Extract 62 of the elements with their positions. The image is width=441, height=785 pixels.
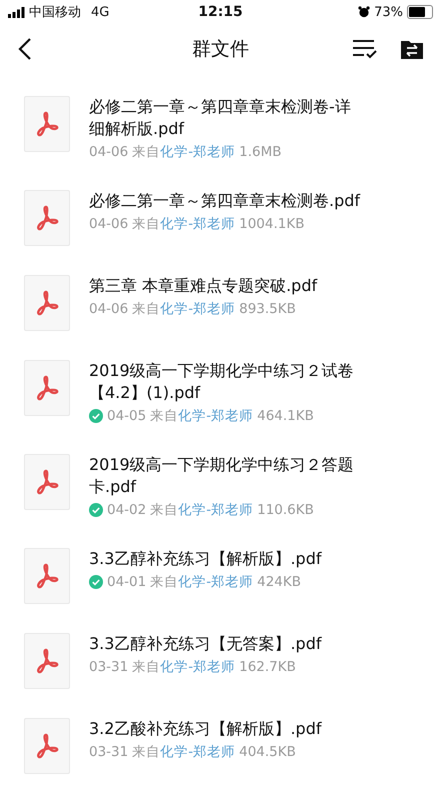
pdf-file-icon[interactable] [24,718,70,774]
file-size: 464.1KB [257,408,314,424]
battery-icon [407,5,433,19]
sender-name: 化学-郑老师 [160,743,236,761]
sender-name: 化学-郑老师 [160,215,236,233]
battery-percent: 73% [374,4,403,20]
clock-time: 12:15 [198,4,243,20]
file-name[interactable]: 2019级高一下学期化学中练习２试卷【4.2】(1).pdf [89,360,361,404]
from-label: 来自 [150,573,178,591]
pdf-file-icon[interactable] [24,360,70,416]
file-name[interactable]: 2019级高一下学期化学中练习２答题卡.pdf [89,454,361,498]
from-label: 来自 [132,143,160,161]
file-name[interactable]: 3.2乙酸补充练习【解析版】.pdf [89,718,361,740]
file-date: 04-06 [89,216,128,232]
pdf-file-icon[interactable] [24,96,70,152]
carrier-name: 中国移动 [29,4,81,21]
file-name[interactable]: 第三章 本章重难点专题突破.pdf [89,275,361,297]
transfer-icon[interactable] [401,39,423,59]
back-icon[interactable] [18,37,32,61]
page-title: 群文件 [192,37,249,62]
from-label: 来自 [132,743,160,761]
sender-name: 化学-郑老师 [178,573,254,591]
sender-name: 化学-郑老师 [178,407,254,425]
file-size: 162.7KB [239,659,296,675]
from-label: 来自 [132,300,160,318]
downloaded-check-icon [89,409,103,423]
pdf-file-icon[interactable] [24,275,70,331]
pdf-file-icon[interactable] [24,190,70,246]
sender-name: 化学-郑老师 [160,300,236,318]
file-date: 04-06 [89,301,128,317]
file-date: 03-31 [89,659,128,675]
file-date: 04-06 [89,144,128,160]
sender-name: 化学-郑老师 [160,658,236,676]
file-name[interactable]: 3.3乙醇补充练习【解析版】.pdf [89,548,361,570]
file-size: 893.5KB [239,301,296,317]
list-check-icon[interactable] [352,39,377,59]
sender-name: 化学-郑老师 [178,501,254,519]
from-label: 来自 [132,215,160,233]
file-date: 04-05 [107,408,146,424]
file-size: 424KB [257,574,301,590]
file-date: 04-02 [107,502,146,518]
file-name[interactable]: 3.3乙醇补充练习【无答案】.pdf [89,633,361,655]
file-size: 404.5KB [239,744,296,760]
from-label: 来自 [132,658,160,676]
file-name[interactable]: 必修二第一章～第四章章末检测卷-详细解析版.pdf [89,96,361,140]
downloaded-check-icon [89,503,103,517]
sender-name: 化学-郑老师 [160,143,236,161]
pdf-file-icon[interactable] [24,548,70,604]
file-date: 03-31 [89,744,128,760]
file-size: 110.6KB [257,502,314,518]
signal-icon [8,6,25,18]
network-type: 4G [91,4,110,20]
file-size: 1004.1KB [239,216,304,232]
from-label: 来自 [150,407,178,425]
file-size: 1.6MB [239,144,282,160]
from-label: 来自 [150,501,178,519]
pdf-file-icon[interactable] [24,454,70,510]
file-name[interactable]: 必修二第一章～第四章章末检测卷.pdf [89,190,361,212]
downloaded-check-icon [89,575,103,589]
alarm-clock-icon [358,6,370,18]
pdf-file-icon[interactable] [24,633,70,689]
file-date: 04-01 [107,574,146,590]
